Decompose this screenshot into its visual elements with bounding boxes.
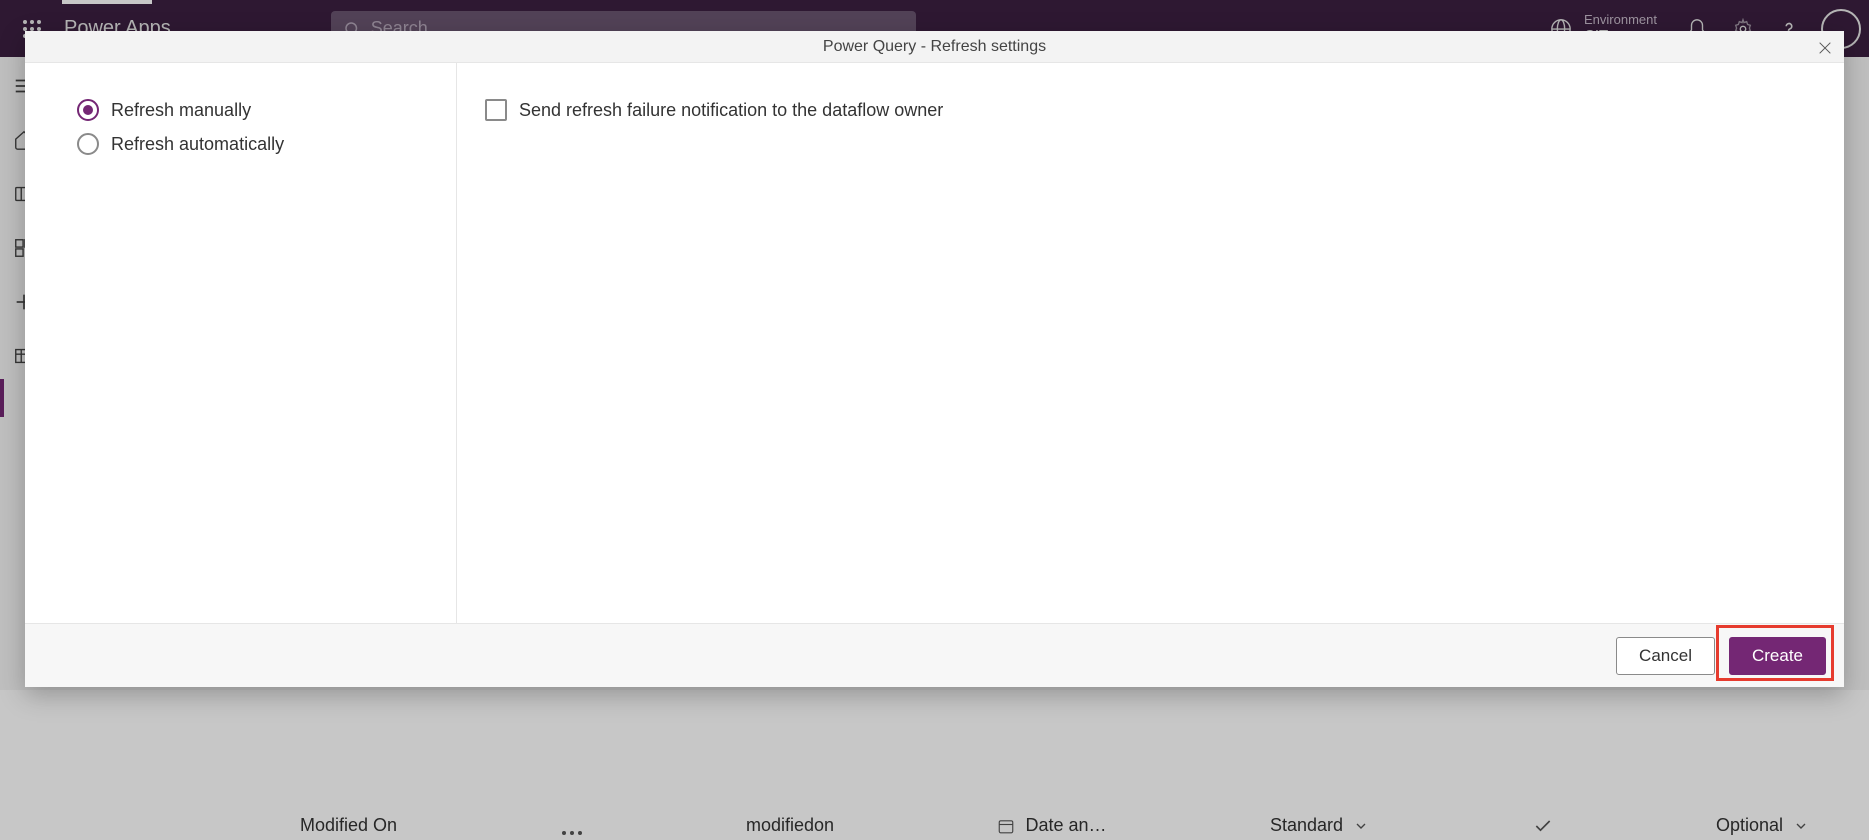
dialog-right-panel: Send refresh failure notification to the…	[457, 63, 1844, 623]
checkbox-icon	[485, 99, 507, 121]
dialog-title: Power Query - Refresh settings	[823, 38, 1046, 56]
radio-refresh-manually[interactable]: Refresh manually	[77, 99, 404, 121]
cancel-button[interactable]: Cancel	[1616, 637, 1715, 675]
refresh-settings-dialog: Power Query - Refresh settings Refresh m…	[25, 31, 1844, 687]
close-icon	[1817, 40, 1833, 56]
radio-manual-label: Refresh manually	[111, 100, 251, 121]
dialog-left-panel: Refresh manually Refresh automatically	[25, 63, 457, 623]
radio-icon-selected	[77, 99, 99, 121]
dialog-titlebar: Power Query - Refresh settings	[25, 31, 1844, 63]
radio-icon-unselected	[77, 133, 99, 155]
create-button-label: Create	[1752, 646, 1803, 666]
dialog-close-button[interactable]	[1812, 35, 1838, 61]
radio-refresh-automatically[interactable]: Refresh automatically	[77, 133, 404, 155]
create-button[interactable]: Create	[1729, 637, 1826, 675]
cancel-button-label: Cancel	[1639, 646, 1692, 666]
radio-auto-label: Refresh automatically	[111, 134, 284, 155]
checkbox-notify-label: Send refresh failure notification to the…	[519, 100, 943, 121]
dialog-footer: Cancel Create	[25, 623, 1844, 687]
checkbox-notify-owner[interactable]: Send refresh failure notification to the…	[485, 99, 1816, 121]
dialog-body: Refresh manually Refresh automatically S…	[25, 63, 1844, 623]
